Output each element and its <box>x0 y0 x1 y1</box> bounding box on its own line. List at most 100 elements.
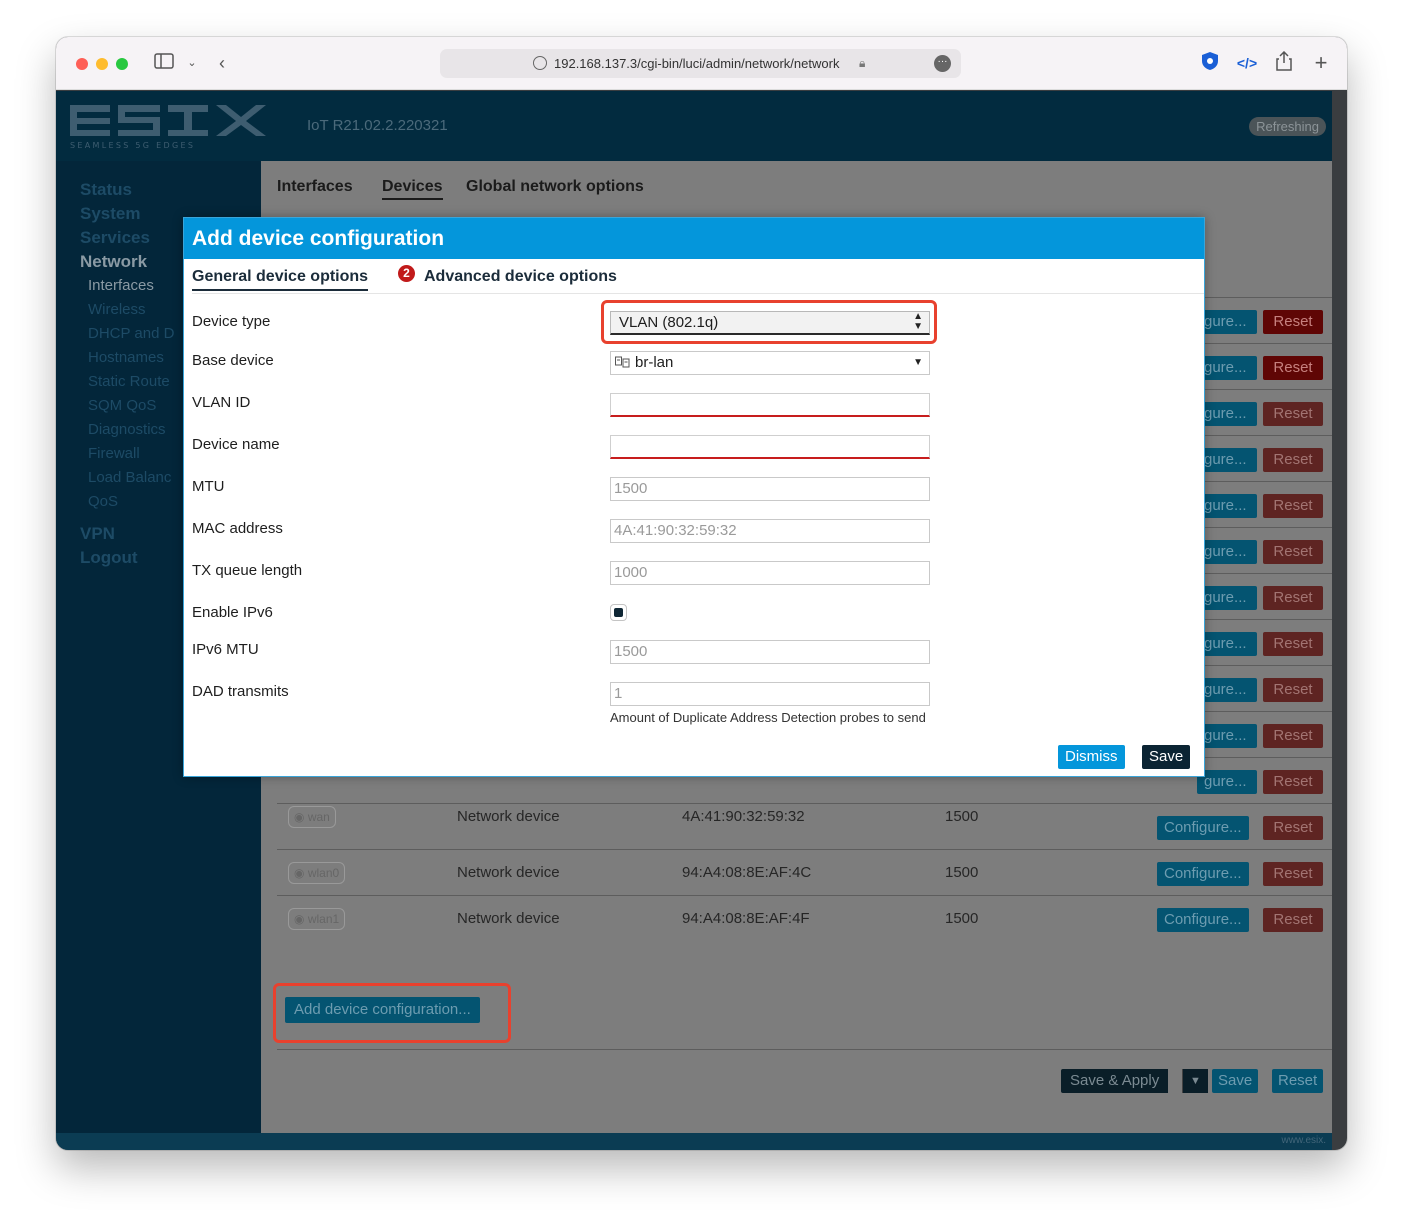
table-row-divider <box>277 895 1332 896</box>
chevron-down-icon: ▼ <box>913 357 923 368</box>
table-cell-mac: 4A:41:90:32:59:32 <box>682 808 805 825</box>
close-window-button[interactable] <box>76 58 88 70</box>
back-arrow-icon[interactable]: ‹ <box>214 51 230 75</box>
configure-button[interactable]: gure... <box>1197 586 1257 610</box>
sidebar-sub-interfaces[interactable]: Interfaces <box>88 277 154 294</box>
reset-button[interactable]: Reset <box>1263 586 1323 610</box>
reset-button[interactable]: Reset <box>1263 356 1323 380</box>
tx-queue-length-input[interactable]: 1000 <box>610 561 930 585</box>
tab-global-network-options[interactable]: Global network options <box>466 178 644 196</box>
sidebar-sub-wireless[interactable]: Wireless <box>88 301 146 318</box>
sidebar-sub-diagnostics[interactable]: Diagnostics <box>88 421 166 438</box>
tab-devices[interactable]: Devices <box>382 178 443 200</box>
sidebar-sub-firewall[interactable]: Firewall <box>88 445 140 462</box>
table-cell-mtu: 1500 <box>945 864 979 881</box>
sidebar-sub-qos[interactable]: QoS <box>88 493 118 510</box>
sidebar-sub-dhcp[interactable]: DHCP and D <box>88 325 174 342</box>
table-row-divider <box>277 849 1332 850</box>
dad-transmits-hint: Amount of Duplicate Address Detection pr… <box>610 710 926 725</box>
device-name-input[interactable] <box>610 435 930 459</box>
reset-button[interactable]: Reset <box>1263 540 1323 564</box>
device-name-label: Device name <box>192 436 280 453</box>
vlan-id-input[interactable] <box>610 393 930 417</box>
configure-button[interactable]: gure... <box>1197 770 1257 794</box>
sidebar-item-status[interactable]: Status <box>80 180 132 200</box>
firmware-version: IoT R21.02.2.220321 <box>307 117 448 134</box>
globe-icon <box>533 56 547 70</box>
configure-button[interactable]: Configure... <box>1157 816 1249 840</box>
new-tab-icon[interactable]: + <box>1311 51 1331 75</box>
modal-header: Add device configuration <box>184 218 1204 259</box>
sidebar-sub-sqm-qos[interactable]: SQM QoS <box>88 397 156 414</box>
reset-button[interactable]: Reset <box>1263 816 1323 840</box>
base-device-select[interactable]: br-lan ▼ <box>610 351 930 375</box>
share-icon[interactable] <box>1274 50 1294 75</box>
sidebar-item-system[interactable]: System <box>80 204 140 224</box>
sidebar-sub-hostnames[interactable]: Hostnames <box>88 349 164 366</box>
reset-button[interactable]: Reset <box>1263 678 1323 702</box>
reset-button[interactable]: Reset <box>1263 310 1323 334</box>
code-icon[interactable]: </> <box>1236 51 1258 75</box>
configure-button[interactable]: gure... <box>1197 356 1257 380</box>
configure-button[interactable]: Configure... <box>1157 862 1249 886</box>
lock-icon: 🔒︎ <box>859 56 866 70</box>
enable-ipv6-checkbox[interactable] <box>610 604 627 621</box>
mtu-input[interactable]: 1500 <box>610 477 930 501</box>
modal-save-button[interactable]: Save <box>1142 745 1191 769</box>
more-options-icon[interactable]: ··· <box>934 55 951 72</box>
base-device-value: br-lan <box>635 354 674 371</box>
browser-toolbar: ⌄ ‹ 192.168.137.3/cgi-bin/luci/admin/net… <box>56 37 1347 90</box>
refreshing-badge[interactable]: Refreshing <box>1249 117 1326 136</box>
reset-button[interactable]: Reset <box>1263 632 1323 656</box>
mac-address-input[interactable]: 4A:41:90:32:59:32 <box>610 519 930 543</box>
reset-button[interactable]: Reset <box>1263 448 1323 472</box>
esix-logo: SEAMLESS 5G EDGES <box>70 105 266 150</box>
reset-all-button[interactable]: Reset <box>1272 1069 1324 1093</box>
sidebar-item-vpn[interactable]: VPN <box>80 524 115 544</box>
configure-button[interactable]: gure... <box>1197 632 1257 656</box>
device-badge-wlan1: ◉ wlan1 <box>288 908 346 930</box>
configure-button[interactable]: gure... <box>1197 494 1257 518</box>
configure-button[interactable]: gure... <box>1197 310 1257 334</box>
sidebar-toggle-icon[interactable] <box>153 51 175 75</box>
configure-button[interactable]: gure... <box>1197 540 1257 564</box>
configure-button[interactable]: Configure... <box>1157 908 1249 932</box>
chevron-down-icon[interactable]: ⌄ <box>186 51 198 75</box>
save-apply-dropdown-icon[interactable]: ▼ <box>1182 1069 1208 1093</box>
reset-button[interactable]: Reset <box>1263 862 1323 886</box>
configure-button[interactable]: gure... <box>1197 678 1257 702</box>
enable-ipv6-label: Enable IPv6 <box>192 604 273 621</box>
sidebar-item-logout[interactable]: Logout <box>80 548 138 568</box>
section-divider <box>277 1049 1332 1050</box>
reset-button[interactable]: Reset <box>1263 908 1323 932</box>
device-badge-wan: ◉ wan <box>288 806 336 828</box>
highlight-add-device <box>273 983 511 1043</box>
configure-button[interactable]: gure... <box>1197 724 1257 748</box>
tab-advanced-device-options[interactable]: Advanced device options <box>424 268 617 286</box>
address-bar[interactable]: 192.168.137.3/cgi-bin/luci/admin/network… <box>440 49 961 78</box>
sidebar-item-network[interactable]: Network <box>80 252 147 272</box>
reset-button[interactable]: Reset <box>1263 724 1323 748</box>
footer-link[interactable]: www.esix. <box>1282 1135 1326 1146</box>
configure-button[interactable]: gure... <box>1197 402 1257 426</box>
modal-title: Add device configuration <box>192 227 445 250</box>
device-badge-wlan0: ◉ wlan0 <box>288 862 346 884</box>
reset-button[interactable]: Reset <box>1263 494 1323 518</box>
tab-interfaces[interactable]: Interfaces <box>277 178 353 196</box>
shield-extension-icon[interactable] <box>1200 51 1220 75</box>
save-and-apply-button[interactable]: Save & Apply <box>1061 1069 1169 1093</box>
tab-general-device-options[interactable]: General device options <box>192 268 369 291</box>
ipv6-mtu-input[interactable]: 1500 <box>610 640 930 664</box>
minimize-window-button[interactable] <box>96 58 108 70</box>
dad-transmits-input[interactable]: 1 <box>610 682 930 706</box>
zoom-window-button[interactable] <box>116 58 128 70</box>
configure-button[interactable]: gure... <box>1197 448 1257 472</box>
sidebar-sub-static-routes[interactable]: Static Route <box>88 373 170 390</box>
reset-button[interactable]: Reset <box>1263 770 1323 794</box>
sidebar-item-services[interactable]: Services <box>80 228 150 248</box>
save-button[interactable]: Save <box>1212 1069 1259 1093</box>
table-cell-mac: 94:A4:08:8E:AF:4C <box>682 864 812 881</box>
reset-button[interactable]: Reset <box>1263 402 1323 426</box>
sidebar-sub-load-balancing[interactable]: Load Balanc <box>88 469 171 486</box>
dismiss-button[interactable]: Dismiss <box>1058 745 1125 769</box>
